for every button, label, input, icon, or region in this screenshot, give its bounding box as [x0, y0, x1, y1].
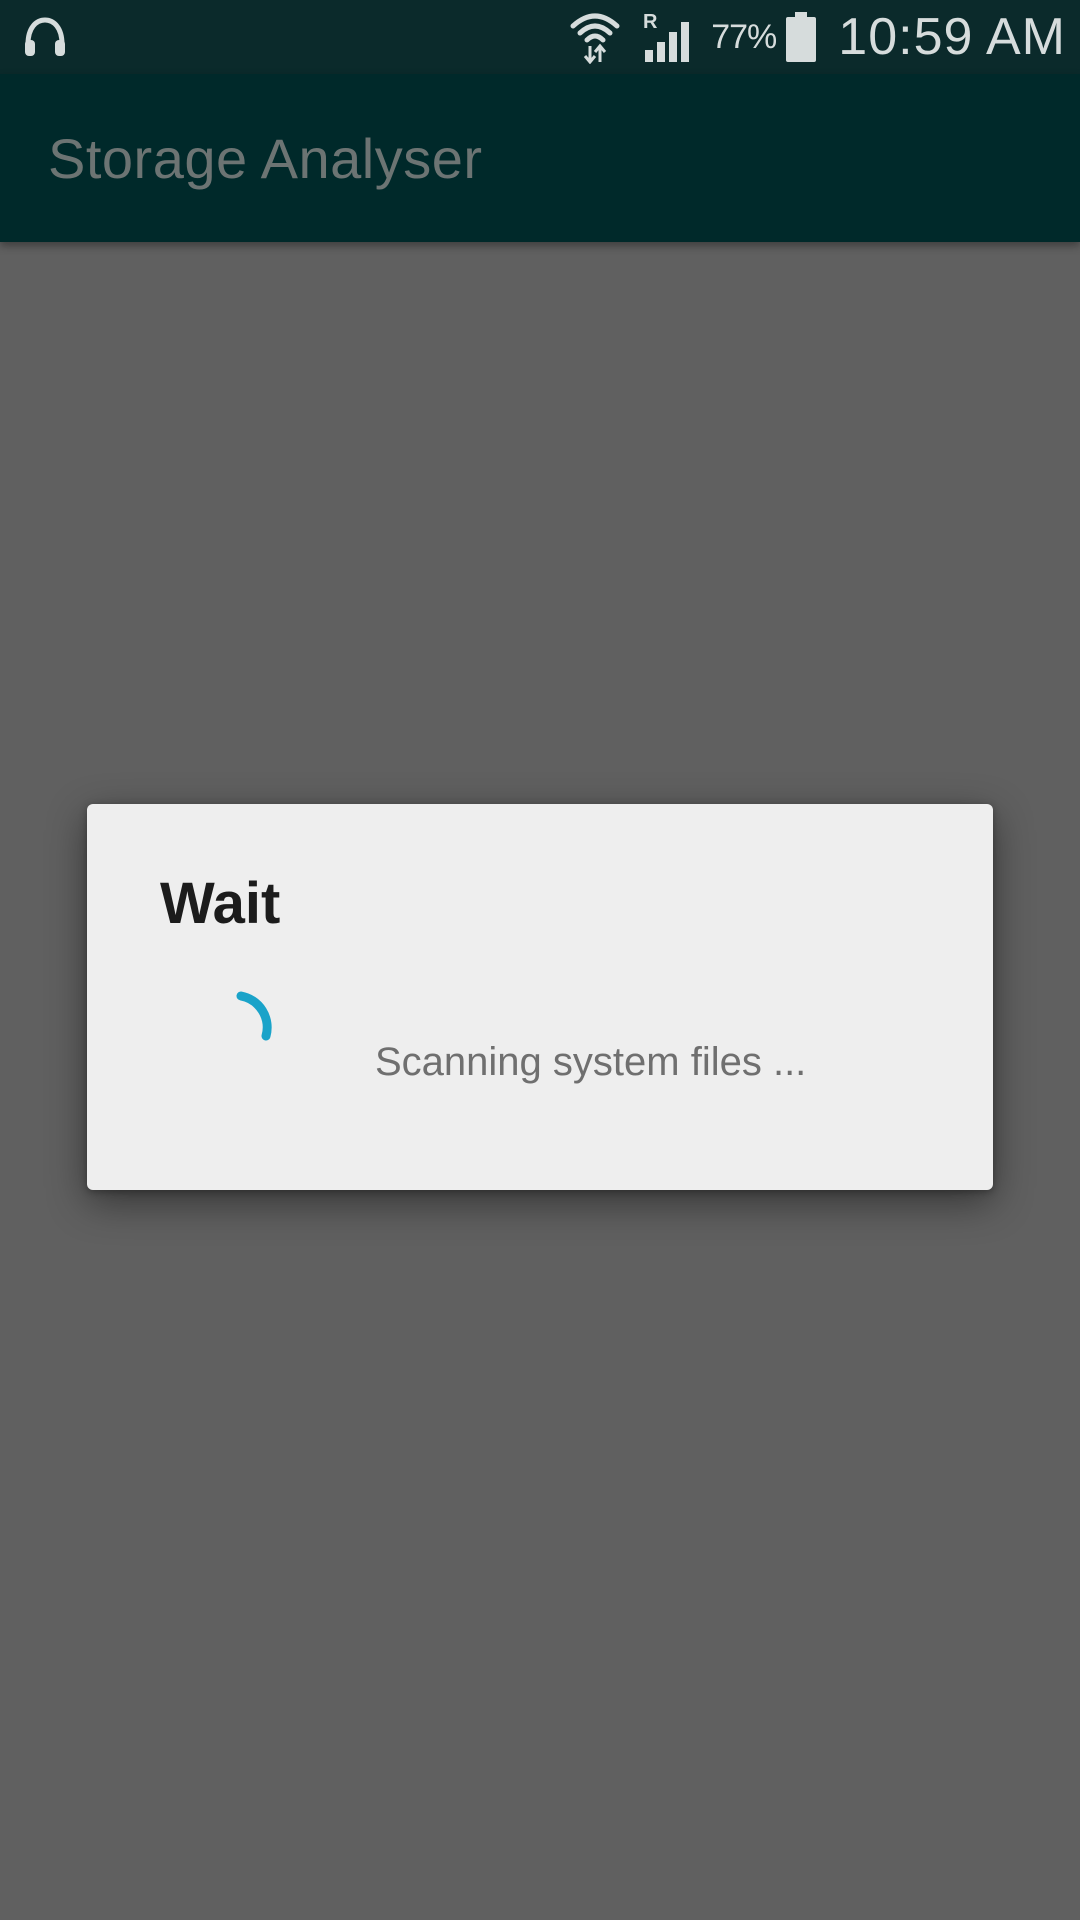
battery-icon [786, 12, 817, 62]
app-bar: Storage Analyser [0, 74, 1080, 242]
roaming-letter: R [643, 11, 658, 33]
wifi-icon [569, 10, 621, 65]
progress-spinner-icon [222, 988, 302, 1068]
battery-percent: 77% [711, 17, 777, 56]
screen: R 77% 10:59 AM Storage Analyser Wait Sca… [0, 0, 1080, 1920]
progress-dialog: Wait Scanning system files ... [87, 804, 993, 1190]
app-title: Storage Analyser [48, 127, 483, 190]
signal-roaming-icon: R [643, 10, 695, 64]
dialog-message: Scanning system files ... [375, 1040, 807, 1084]
dialog-title: Wait [160, 871, 281, 936]
status-bar: R 77% 10:59 AM [0, 0, 1080, 74]
headphones-icon [22, 14, 68, 60]
status-time: 10:59 AM [838, 8, 1066, 66]
status-icons: R 77% 10:59 AM [569, 0, 1066, 74]
